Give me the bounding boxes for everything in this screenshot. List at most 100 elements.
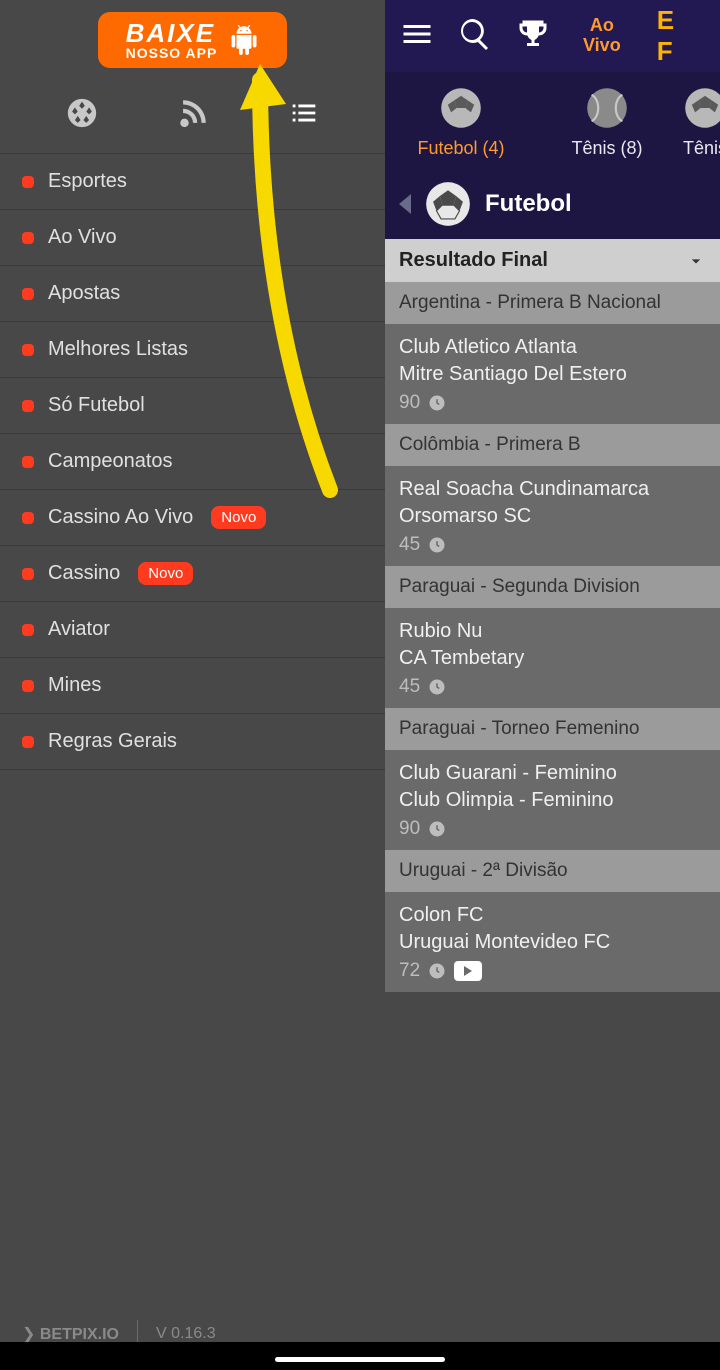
bottom-bar	[0, 1342, 720, 1370]
back-caret-icon[interactable]	[399, 194, 411, 214]
android-icon	[229, 25, 259, 55]
minute-label: 45	[399, 676, 420, 698]
sport-tabs: Futebol (4) Tênis (8) Tênis	[385, 72, 720, 169]
sidebar-item-label: Aviator	[48, 618, 110, 641]
new-badge: Novo	[211, 506, 266, 529]
sidebar-item[interactable]: Ao Vivo	[0, 210, 385, 266]
sidebar-item-label: Ao Vivo	[48, 226, 117, 249]
clock-icon	[428, 962, 446, 980]
brand-logo: ❯ BETPIX.IO	[22, 1324, 119, 1344]
sidebar-item-label: Apostas	[48, 282, 120, 305]
sidebar-item-label: Campeonatos	[48, 450, 173, 473]
home-indicator	[275, 1357, 445, 1362]
league-header[interactable]: Paraguai - Segunda Division	[385, 566, 720, 608]
sidebar-top-icons	[0, 68, 385, 153]
main-content: Ao Vivo EF Futebol (4) Tênis (8) Tênis Fut…	[385, 0, 720, 1370]
new-badge: Novo	[138, 562, 193, 585]
sidebar-item[interactable]: Esportes	[0, 153, 385, 210]
home-team: Club Atletico Atlanta	[399, 334, 706, 361]
chevron-down-icon	[686, 251, 706, 271]
sidebar-item-label: Cassino	[48, 562, 120, 585]
sport-tab[interactable]: Tênis	[683, 86, 720, 159]
search-icon[interactable]	[457, 16, 493, 57]
away-team: Club Olimpia - Feminino	[399, 787, 706, 814]
soccer-icon[interactable]	[65, 96, 99, 135]
list-icon[interactable]	[287, 96, 321, 135]
minute-label: 72	[399, 960, 420, 982]
bullet-icon	[22, 232, 34, 244]
bullet-icon	[22, 568, 34, 580]
menu-icon[interactable]	[399, 16, 435, 57]
sidebar-item[interactable]: Melhores Listas	[0, 322, 385, 378]
clock-icon	[428, 678, 446, 696]
league-header[interactable]: Paraguai - Torneo Femenino	[385, 708, 720, 750]
bullet-icon	[22, 176, 34, 188]
away-team: Orsomarso SC	[399, 503, 706, 530]
cut-icon	[683, 86, 720, 130]
away-team: Uruguai Montevideo FC	[399, 929, 706, 956]
download-line1: BAIXE	[126, 20, 218, 46]
sidebar-item-label: Mines	[48, 674, 101, 697]
sport-tab[interactable]: Futebol (4)	[391, 86, 531, 159]
video-icon[interactable]	[454, 961, 482, 981]
sidebar-item-label: Cassino Ao Vivo	[48, 506, 193, 529]
section-title: Futebol	[485, 190, 572, 218]
home-team: Rubio Nu	[399, 618, 706, 645]
sport-tab-label: Tênis	[683, 138, 720, 159]
sidebar-menu: Esportes Ao Vivo Apostas Melhores Listas Só …	[0, 153, 385, 770]
brand-logo-cut: EF	[657, 5, 674, 67]
bullet-icon	[22, 512, 34, 524]
match-row[interactable]: Colon FCUruguai Montevideo FC 72	[385, 892, 720, 992]
sidebar-item-label: Regras Gerais	[48, 730, 177, 753]
home-team: Colon FC	[399, 902, 706, 929]
match-time: 90	[399, 392, 706, 414]
live-link[interactable]: Ao Vivo	[583, 16, 621, 56]
soccer-ball-icon	[425, 181, 471, 227]
away-team: CA Tembetary	[399, 645, 706, 672]
sidebar-item-label: Esportes	[48, 170, 127, 193]
bullet-icon	[22, 736, 34, 748]
top-nav: Ao Vivo EF	[385, 0, 720, 72]
match-row[interactable]: Rubio NuCA Tembetary 45	[385, 608, 720, 708]
match-row[interactable]: Club Guarani - FemininoClub Olimpia - Fe…	[385, 750, 720, 850]
sidebar-item[interactable]: Cassino Ao Vivo Novo	[0, 490, 385, 546]
section-header[interactable]: Futebol	[385, 169, 720, 239]
sidebar: BAIXE NOSSO APP Esportes Ao Vivo Apostas Me…	[0, 0, 385, 1370]
match-time: 72	[399, 960, 706, 982]
bullet-icon	[22, 400, 34, 412]
sport-tab-label: Tênis (8)	[571, 138, 642, 159]
result-header[interactable]: Resultado Final	[385, 239, 720, 282]
download-line2: NOSSO APP	[126, 46, 218, 60]
home-team: Club Guarani - Feminino	[399, 760, 706, 787]
minute-label: 90	[399, 818, 420, 840]
league-header[interactable]: Colômbia - Primera B	[385, 424, 720, 466]
sidebar-item[interactable]: Apostas	[0, 266, 385, 322]
sidebar-item[interactable]: Só Futebol	[0, 378, 385, 434]
sidebar-item[interactable]: Mines	[0, 658, 385, 714]
sidebar-item[interactable]: Regras Gerais	[0, 714, 385, 770]
minute-label: 90	[399, 392, 420, 414]
sidebar-item-label: Melhores Listas	[48, 338, 188, 361]
soccer-icon	[439, 86, 483, 130]
league-header[interactable]: Argentina - Primera B Nacional	[385, 282, 720, 324]
league-header[interactable]: Uruguai - 2ª Divisão	[385, 850, 720, 892]
clock-icon	[428, 820, 446, 838]
version-label: V 0.16.3	[156, 1325, 216, 1343]
sport-tab-label: Futebol (4)	[417, 138, 504, 159]
sidebar-item[interactable]: Aviator	[0, 602, 385, 658]
sport-tab[interactable]: Tênis (8)	[537, 86, 677, 159]
match-row[interactable]: Club Atletico AtlantaMitre Santiago Del …	[385, 324, 720, 424]
match-row[interactable]: Real Soacha CundinamarcaOrsomarso SC45	[385, 466, 720, 566]
bullet-icon	[22, 344, 34, 356]
trophy-icon[interactable]	[515, 16, 551, 57]
live-line1: Ao	[583, 16, 621, 36]
home-team: Real Soacha Cundinamarca	[399, 476, 706, 503]
sidebar-item-label: Só Futebol	[48, 394, 145, 417]
match-time: 90	[399, 818, 706, 840]
live-line2: Vivo	[583, 36, 621, 56]
download-app-banner[interactable]: BAIXE NOSSO APP	[98, 12, 288, 68]
sidebar-item[interactable]: Cassino Novo	[0, 546, 385, 602]
sidebar-item[interactable]: Campeonatos	[0, 434, 385, 490]
satellite-icon[interactable]	[176, 96, 210, 135]
away-team: Mitre Santiago Del Estero	[399, 361, 706, 388]
